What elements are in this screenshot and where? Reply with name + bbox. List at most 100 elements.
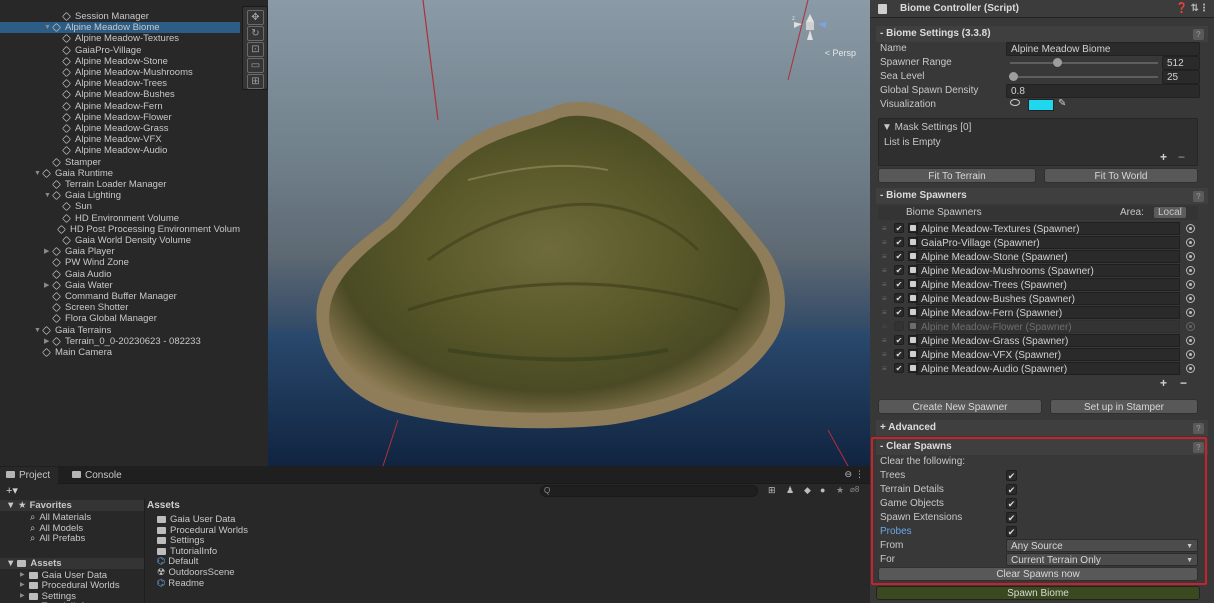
eyedropper-icon[interactable]: ✎: [1058, 98, 1066, 109]
star-icon[interactable]: ★: [836, 485, 844, 496]
spawner-range-field[interactable]: 512: [1162, 56, 1200, 70]
clear-option-checkbox[interactable]: ✔: [1006, 470, 1017, 481]
fold-arrow-icon[interactable]: ▼: [34, 325, 42, 336]
hierarchy-item[interactable]: HD Post Processing Environment Volum: [0, 224, 240, 235]
spawner-object-field[interactable]: Alpine Meadow-Mushrooms (Spawner): [916, 264, 1180, 277]
hierarchy-item[interactable]: GaiaPro-Village: [0, 45, 240, 56]
tab-project[interactable]: Project: [0, 467, 59, 484]
fold-arrow-icon[interactable]: ▶: [44, 246, 52, 257]
hierarchy-item[interactable]: Flora Global Manager: [0, 313, 240, 324]
spawner-row[interactable]: ≡ ✔ Alpine Meadow-Audio (Spawner): [880, 362, 1198, 375]
spawner-object-field[interactable]: Alpine Meadow-Trees (Spawner): [916, 278, 1180, 291]
help-icon[interactable]: ?: [1193, 423, 1204, 434]
filter-type-icon[interactable]: ⊞: [768, 485, 776, 496]
hierarchy-item[interactable]: Alpine Meadow-Trees: [0, 78, 240, 89]
hierarchy-item[interactable]: HD Environment Volume: [0, 213, 240, 224]
drag-handle-icon[interactable]: ≡: [882, 306, 887, 319]
hierarchy-item[interactable]: Alpine Meadow-Stone: [0, 56, 240, 67]
spawner-object-field[interactable]: Alpine Meadow-Bushes (Spawner): [916, 292, 1180, 305]
drag-handle-icon[interactable]: ≡: [882, 278, 887, 291]
spawner-row[interactable]: ≡ ✔ Alpine Meadow-Textures (Spawner): [880, 222, 1198, 235]
hierarchy-item[interactable]: Alpine Meadow-Audio: [0, 145, 240, 156]
from-dropdown[interactable]: Any Source ▼: [1006, 539, 1198, 552]
tab-console[interactable]: Console: [66, 467, 130, 484]
sea-level-track[interactable]: [1010, 76, 1158, 78]
asset-item[interactable]: Settings: [157, 535, 204, 546]
scene-view[interactable]: z < Persp: [268, 0, 870, 466]
preset-icon[interactable]: ⇅: [1191, 0, 1199, 18]
spawner-enabled-checkbox[interactable]: ✔: [894, 265, 904, 275]
filter-label-icon[interactable]: ♟: [786, 485, 794, 496]
hierarchy-item[interactable]: ▼ Gaia Lighting: [0, 190, 240, 201]
mask-settings-header[interactable]: ▼ Mask Settings [0]: [882, 121, 971, 135]
fold-arrow-icon[interactable]: ▶: [20, 580, 25, 591]
search-input[interactable]: Q: [540, 485, 758, 497]
clear-option-checkbox[interactable]: ✔: [1006, 484, 1017, 495]
info-icon[interactable]: ●: [820, 485, 825, 495]
eye-icon[interactable]: [1010, 99, 1020, 106]
spawner-object-field[interactable]: Alpine Meadow-Textures (Spawner): [916, 222, 1180, 235]
spawner-object-field[interactable]: Alpine Meadow-Fern (Spawner): [916, 306, 1180, 319]
global-density-field[interactable]: 0.8: [1006, 84, 1200, 98]
hierarchy-item[interactable]: PW Wind Zone: [0, 257, 240, 268]
clear-option-checkbox[interactable]: ✔: [1006, 498, 1017, 509]
drag-handle-icon[interactable]: ≡: [882, 362, 887, 375]
tree-folder[interactable]: ▶ Gaia User Data: [20, 570, 107, 581]
panel-menu-icon[interactable]: ⋮: [855, 469, 864, 480]
spawner-remove-icon[interactable]: −: [1180, 376, 1187, 390]
assets-breadcrumb[interactable]: Assets: [147, 500, 180, 511]
spawner-range-knob[interactable]: [1053, 58, 1063, 67]
mask-add-icon[interactable]: +: [1160, 150, 1167, 164]
hierarchy-item[interactable]: Gaia Audio: [0, 269, 240, 280]
sea-level-field[interactable]: 25: [1162, 70, 1200, 84]
for-dropdown[interactable]: Current Terrain Only ▼: [1006, 553, 1198, 566]
hierarchy-item[interactable]: Alpine Meadow-Mushrooms: [0, 67, 240, 78]
object-picker-icon[interactable]: [1186, 294, 1195, 303]
hierarchy-item[interactable]: Screen Shotter: [0, 302, 240, 313]
rect-tool-icon[interactable]: ▭: [247, 58, 264, 73]
persp-label[interactable]: < Persp: [825, 48, 856, 58]
rotate-tool-icon[interactable]: ↻: [247, 26, 264, 41]
spawner-enabled-checkbox[interactable]: ✔: [894, 349, 904, 359]
hierarchy-item[interactable]: Alpine Meadow-VFX: [0, 134, 240, 145]
spawner-object-field[interactable]: Alpine Meadow-Grass (Spawner): [916, 334, 1180, 347]
area-toggle[interactable]: Local: [1154, 207, 1186, 218]
spawn-biome-button[interactable]: Spawn Biome: [876, 586, 1200, 600]
asset-item[interactable]: Procedural Worlds: [157, 525, 248, 536]
asset-item[interactable]: ☢ OutdoorsScene: [157, 567, 235, 578]
help-icon[interactable]: ❓: [1176, 0, 1188, 18]
spawner-enabled-checkbox[interactable]: ✔: [894, 363, 904, 373]
object-picker-icon[interactable]: [1186, 224, 1195, 233]
assets-section[interactable]: ▼ Assets: [0, 557, 144, 569]
hierarchy-item[interactable]: ▶ Gaia Water: [0, 280, 240, 291]
hierarchy-item[interactable]: Main Camera: [0, 347, 240, 358]
visualization-color-swatch[interactable]: [1028, 99, 1054, 111]
component-menu-icon[interactable]: ⋮: [1199, 0, 1209, 18]
fold-arrow-icon[interactable]: ▶: [44, 280, 52, 291]
spawner-row[interactable]: ≡ ✔ Alpine Meadow-Fern (Spawner): [880, 306, 1198, 319]
spawner-row[interactable]: ≡ ✔ Alpine Meadow-Bushes (Spawner): [880, 292, 1198, 305]
hierarchy-item[interactable]: Alpine Meadow-Textures: [0, 33, 240, 44]
spawner-object-field[interactable]: Alpine Meadow-Stone (Spawner): [916, 250, 1180, 263]
hierarchy-item[interactable]: Alpine Meadow-Bushes: [0, 89, 240, 100]
help-icon[interactable]: ?: [1193, 442, 1204, 453]
tag-icon[interactable]: ◆: [804, 485, 811, 496]
fold-arrow-icon[interactable]: ▶: [20, 591, 25, 602]
fold-arrow-icon[interactable]: ▼: [44, 190, 52, 201]
spawner-enabled-checkbox[interactable]: ✔: [894, 251, 904, 261]
fold-arrow-icon[interactable]: ▼: [44, 22, 52, 33]
object-picker-icon[interactable]: [1186, 350, 1195, 359]
hierarchy-item[interactable]: ▶ Gaia Player: [0, 246, 240, 257]
scale-tool-icon[interactable]: ⊡: [247, 42, 264, 57]
object-picker-icon[interactable]: [1186, 252, 1195, 261]
clear-option-checkbox[interactable]: ✔: [1006, 526, 1017, 537]
favorite-item[interactable]: ⌕ All Models: [30, 523, 83, 534]
clear-option-checkbox[interactable]: ✔: [1006, 512, 1017, 523]
spawner-enabled-checkbox[interactable]: ✔: [894, 307, 904, 317]
help-icon[interactable]: ?: [1193, 29, 1204, 40]
advanced-header[interactable]: + Advanced ?: [876, 420, 1208, 436]
spawner-row[interactable]: ≡ ✔ Alpine Meadow-Stone (Spawner): [880, 250, 1198, 263]
spawner-row[interactable]: ≡ ✔ GaiaPro-Village (Spawner): [880, 236, 1198, 249]
biome-settings-header[interactable]: - Biome Settings (3.3.8) ?: [876, 26, 1208, 42]
add-asset-button[interactable]: +▾: [6, 484, 18, 497]
